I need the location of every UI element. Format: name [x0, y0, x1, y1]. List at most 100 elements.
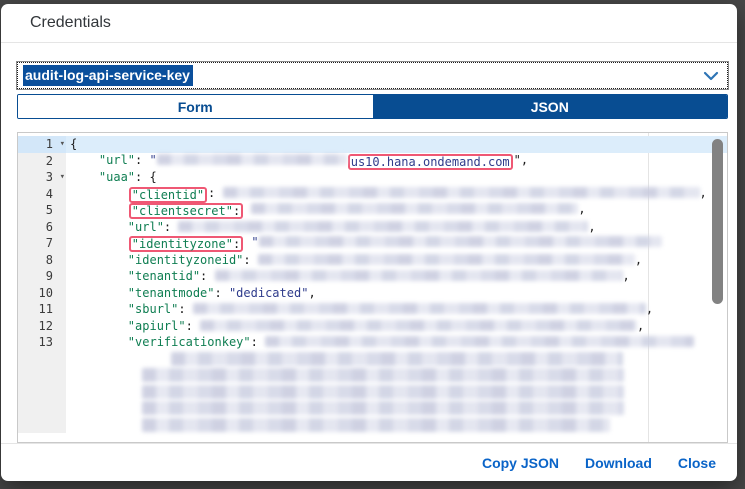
code-token: "url"	[70, 153, 135, 167]
redacted-text	[193, 303, 646, 314]
dialog-header: Credentials	[1, 4, 737, 43]
copy-json-button[interactable]: Copy JSON	[480, 451, 561, 475]
code-token	[70, 385, 142, 399]
line-number: 12	[18, 318, 66, 335]
code-text	[66, 417, 610, 434]
code-line: 10 "tenantmode": "dedicated",	[18, 285, 727, 302]
code-text: "url": ,	[66, 219, 596, 236]
redacted-text	[215, 270, 623, 281]
line-number	[18, 367, 66, 384]
code-token: :	[208, 186, 222, 200]
code-token: :	[251, 335, 265, 349]
line-number: 13	[18, 334, 66, 351]
fold-toggle-icon[interactable]: ▾	[60, 136, 65, 153]
tab-json[interactable]: JSON	[373, 95, 728, 118]
redacted-text	[200, 320, 637, 331]
line-number	[18, 351, 66, 368]
redacted-text	[265, 336, 694, 347]
code-token: ,	[623, 269, 630, 283]
key-selector-dropdown[interactable]: audit-log-api-service-key	[17, 62, 728, 89]
code-token: "dedicated"	[229, 286, 308, 300]
code-token: :	[135, 153, 149, 167]
line-number: 10	[18, 285, 66, 302]
code-text: "identityzone": "	[66, 234, 662, 252]
line-number: 4	[18, 186, 66, 203]
code-text: {	[66, 136, 77, 153]
redacted-text	[178, 221, 588, 232]
code-token: "	[251, 235, 258, 249]
code-token	[70, 202, 128, 216]
code-line: 7 "identityzone": "	[18, 235, 727, 252]
line-number: 6	[18, 219, 66, 236]
code-token	[70, 418, 142, 432]
code-token: "tenantid"	[70, 269, 200, 283]
download-button[interactable]: Download	[583, 451, 654, 475]
line-number: 2	[18, 153, 66, 170]
line-number: 11	[18, 301, 66, 318]
code-line	[18, 400, 727, 417]
code-token	[70, 401, 142, 415]
line-number: 8	[18, 252, 66, 269]
json-editor[interactable]: 1▾{2 "url": "us10.hana.ondemand.com",3▾ …	[17, 132, 728, 443]
code-lines: 1▾{2 "url": "us10.hana.ondemand.com",3▾ …	[18, 133, 727, 433]
code-token: "uaa"	[70, 170, 135, 184]
code-token: ,	[308, 286, 315, 300]
dialog-body: audit-log-api-service-key Form JSON 1▾{2…	[1, 43, 737, 443]
code-line	[18, 367, 727, 384]
code-token	[70, 368, 142, 382]
code-token: :	[215, 286, 229, 300]
redacted-text	[142, 401, 624, 415]
code-text: "apiurl": ,	[66, 318, 644, 335]
fold-toggle-icon[interactable]: ▾	[60, 169, 65, 186]
dialog-footer: Copy JSON Download Close	[1, 443, 737, 481]
chevron-down-icon	[703, 71, 719, 81]
code-text: "clientid": ,	[66, 185, 707, 203]
annotation-box: us10.hana.ondemand.com	[348, 154, 513, 170]
tab-form-label: Form	[178, 99, 213, 115]
code-line: 5 "clientsecret": ,	[18, 202, 727, 219]
redacted-text	[258, 254, 635, 265]
code-line: 8 "identityzoneid": ,	[18, 252, 727, 269]
code-token	[70, 352, 171, 366]
code-token: "clientsecret"	[132, 204, 233, 218]
line-number: 9	[18, 268, 66, 285]
line-number: 7	[18, 235, 66, 252]
code-token: ,	[700, 186, 707, 200]
annotation-box: "clientsecret":	[129, 203, 243, 219]
dialog-title: Credentials	[30, 14, 111, 32]
code-text: "sburl": ,	[66, 301, 653, 318]
code-text: "uaa": {	[66, 169, 157, 186]
line-number: 5	[18, 202, 66, 219]
code-token: "tenantmode"	[70, 286, 215, 300]
redacted-text	[142, 385, 624, 399]
code-line	[18, 384, 727, 401]
line-number: 1▾	[18, 136, 66, 153]
line-number	[18, 417, 66, 434]
code-token: "sburl"	[70, 302, 178, 316]
close-button[interactable]: Close	[676, 451, 718, 475]
code-token: "	[149, 153, 156, 167]
code-token: "clientid"	[132, 188, 204, 202]
tab-form[interactable]: Form	[18, 95, 373, 118]
editor-scrollbar[interactable]	[712, 139, 723, 304]
code-token: ,	[646, 302, 653, 316]
code-token	[244, 202, 251, 216]
code-token: us10.hana.ondemand.com	[351, 155, 510, 169]
code-token	[70, 186, 128, 200]
code-line: 4 "clientid": ,	[18, 186, 727, 203]
code-token: ",	[514, 153, 528, 167]
code-text	[66, 384, 624, 401]
code-text: "clientsecret": ,	[66, 201, 586, 219]
code-line: 13 "verificationkey":	[18, 334, 727, 351]
code-token: :	[164, 220, 178, 234]
code-line	[18, 351, 727, 368]
code-token: ,	[588, 220, 595, 234]
code-text	[66, 400, 624, 417]
code-text: "url": " us10.hana.ondemand.com ",	[66, 152, 528, 170]
code-token: :	[200, 269, 214, 283]
code-token: : {	[135, 170, 157, 184]
code-text	[66, 367, 624, 384]
code-text: "verificationkey":	[66, 334, 694, 351]
code-token: "url"	[70, 220, 164, 234]
code-text: "tenantmode": "dedicated",	[66, 285, 316, 302]
